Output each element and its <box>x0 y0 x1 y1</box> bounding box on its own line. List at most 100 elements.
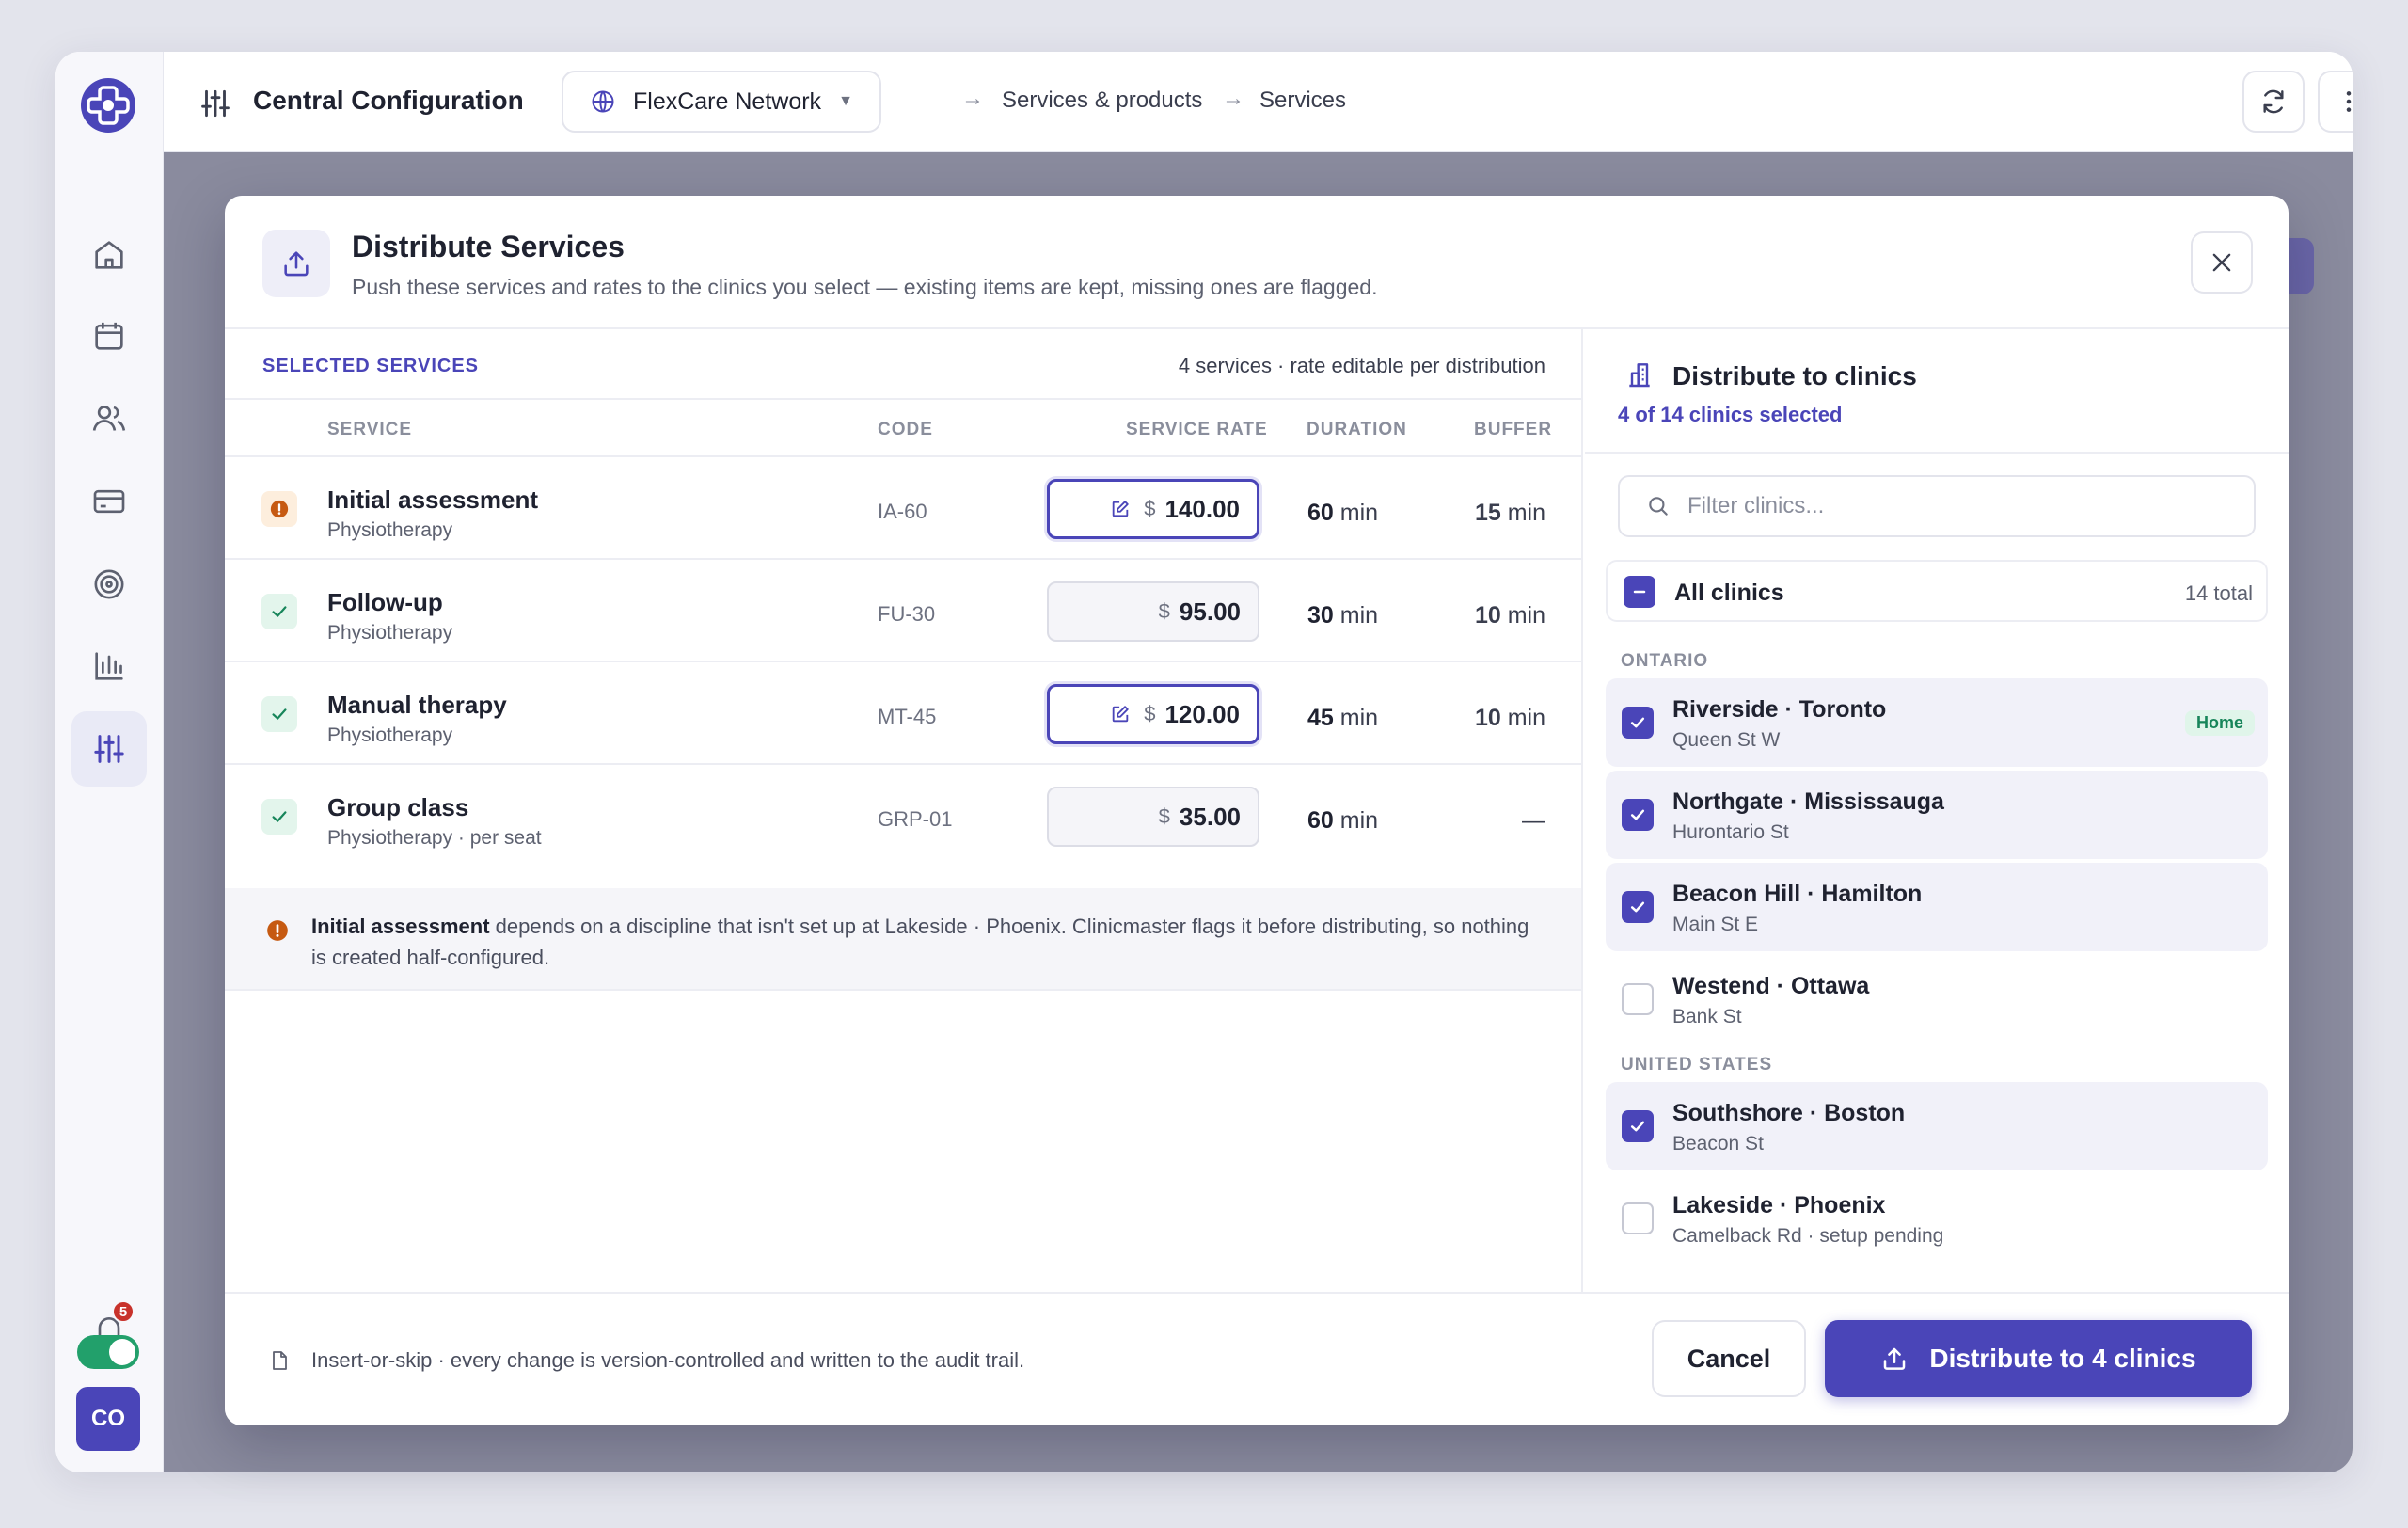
column-code: CODE <box>878 420 933 439</box>
service-code: IA-60 <box>878 500 927 523</box>
top-bar: Central Configuration FlexCare Network ▼… <box>164 52 2353 152</box>
service-rate-input[interactable]: $ 95.00 <box>1047 581 1259 642</box>
service-discipline: Physiotherapy <box>327 519 453 541</box>
close-button[interactable] <box>2191 231 2253 294</box>
network-selector[interactable]: FlexCare Network ▼ <box>562 71 881 133</box>
chevron-down-icon: ▼ <box>838 93 853 109</box>
table-row: Follow-up Physiotherapy FU-30 $ 95.00 30… <box>225 560 1581 662</box>
selected-services-panel: SELECTED SERVICES 4 services · rate edit… <box>225 329 1583 1292</box>
service-name: Follow-up <box>327 588 443 616</box>
dialog-subtitle: Push these services and rates to the cli… <box>352 275 1378 299</box>
brand-logo[interactable] <box>79 76 137 135</box>
clinic-checkbox[interactable] <box>1622 983 1654 1015</box>
buffer-value: 10 min <box>1474 705 1545 731</box>
clinic-checkbox[interactable] <box>1622 891 1654 923</box>
user-avatar[interactable]: CO <box>76 1387 140 1451</box>
breadcrumb-services-products[interactable]: Services & products <box>1002 88 1202 114</box>
clinic-address: Camelback Rd · setup pending <box>1672 1225 1944 1247</box>
column-duration: DURATION <box>1307 420 1407 439</box>
group-label: ONTARIO <box>1621 651 1709 671</box>
all-clinics-label: All clinics <box>1674 580 1784 606</box>
clinic-checkbox[interactable] <box>1622 707 1654 739</box>
bar-chart-icon <box>95 652 123 680</box>
sync-button[interactable] <box>2242 71 2305 133</box>
calendar-icon <box>95 322 123 350</box>
clinic-item[interactable]: Beacon Hill · Hamilton Main St E <box>1606 863 2268 951</box>
breadcrumb-services[interactable]: Services <box>1259 88 1346 114</box>
clinic-item[interactable]: Westend · Ottawa Bank St <box>1606 955 2268 1043</box>
clinic-name: Northgate · Mississauga <box>1672 788 1944 815</box>
buffer-value: 15 min <box>1474 500 1545 526</box>
distribute-services-dialog: Distribute Services Push these services … <box>225 196 2289 1425</box>
clinic-checkbox[interactable] <box>1622 799 1654 831</box>
check-icon <box>1630 1121 1645 1132</box>
upload-icon <box>284 251 309 277</box>
status-warning <box>261 491 297 527</box>
edit-icon <box>1112 501 1129 517</box>
dependency-warning: Initial assessment depends on a discipli… <box>225 888 1581 991</box>
table-header: SERVICE CODE SERVICE RATE DURATION BUFFE… <box>225 398 1581 457</box>
clinic-name: Southshore · Boston <box>1672 1100 1906 1126</box>
service-discipline: Physiotherapy <box>327 622 453 644</box>
rate-value: 140.00 <box>1164 494 1240 523</box>
clinic-checkbox[interactable] <box>1622 1110 1654 1142</box>
duration-value: 60 min <box>1307 807 1379 834</box>
section-title: SELECTED SERVICES <box>262 356 480 376</box>
clinic-address: Main St E <box>1672 914 1759 935</box>
audit-note: Insert-or-skip · every change is version… <box>311 1348 1025 1372</box>
clinic-item[interactable]: Lakeside · Phoenix Camelback Rd · setup … <box>1606 1174 2268 1263</box>
service-rate-input[interactable]: $ 35.00 <box>1047 787 1259 847</box>
users-icon <box>92 406 126 431</box>
search-icon <box>1649 497 1668 516</box>
home-icon <box>95 241 123 269</box>
clinic-item[interactable]: Southshore · Boston Beacon St <box>1606 1082 2268 1170</box>
all-clinics-checkbox[interactable] <box>1624 576 1656 608</box>
all-clinics-row[interactable]: All clinics 14 total <box>1606 560 2268 622</box>
clinic-checkbox[interactable] <box>1622 1202 1654 1234</box>
arrow-right-icon: → <box>1222 86 1244 111</box>
notification-count-badge: 5 <box>112 1300 135 1323</box>
nav-reports[interactable] <box>71 629 147 704</box>
upload-icon <box>1884 1347 1906 1370</box>
globe-icon <box>592 90 614 113</box>
service-rate-input[interactable]: $ 140.00 <box>1047 479 1259 539</box>
clinic-filter[interactable] <box>1618 475 2256 537</box>
clinic-filter-input[interactable] <box>1687 493 2214 519</box>
warning-text: Initial assessment depends on a discipli… <box>311 915 1529 969</box>
clinics-title: Distribute to clinics <box>1672 361 1917 390</box>
clinic-item[interactable]: Northgate · Mississauga Hurontario St <box>1606 771 2268 859</box>
clinic-item[interactable]: Riverside · Toronto Queen St W Home <box>1606 678 2268 767</box>
check-icon <box>272 606 287 617</box>
rate-value: 95.00 <box>1179 597 1241 626</box>
check-icon <box>1630 901 1645 913</box>
clinic-address: Queen St W <box>1672 729 1781 751</box>
clinics-panel: Distribute to clinics 4 of 14 clinics se… <box>1585 329 2289 1292</box>
status-ok <box>261 799 297 835</box>
more-options-button[interactable] <box>2318 71 2353 133</box>
nav-goals[interactable] <box>71 547 147 622</box>
service-discipline: Physiotherapy · per seat <box>327 827 542 849</box>
dialog-header: Distribute Services Push these services … <box>225 196 2289 329</box>
check-icon <box>1630 809 1645 820</box>
rate-value: 120.00 <box>1164 699 1240 728</box>
service-name: Initial assessment <box>327 485 538 514</box>
distribute-button-label: Distribute to 4 clinics <box>1929 1344 2196 1373</box>
status-ok <box>261 696 297 732</box>
nav-home[interactable] <box>71 217 147 293</box>
more-vertical-icon <box>2346 91 2352 112</box>
distribute-button[interactable]: Distribute to 4 clinics <box>1825 1320 2252 1397</box>
column-service: SERVICE <box>327 420 413 439</box>
service-rate-input[interactable]: $ 120.00 <box>1047 684 1259 744</box>
clinic-address: Beacon St <box>1672 1133 1764 1154</box>
nav-users[interactable] <box>71 381 147 456</box>
nav-calendar[interactable] <box>71 298 147 374</box>
clinic-name: Lakeside · Phoenix <box>1672 1192 1886 1218</box>
nav-billing[interactable] <box>71 464 147 539</box>
cancel-button[interactable]: Cancel <box>1652 1320 1806 1397</box>
nav-configuration[interactable] <box>71 711 147 787</box>
status-toggle[interactable] <box>77 1335 139 1369</box>
duration-value: 60 min <box>1307 500 1379 526</box>
duration-value: 30 min <box>1307 602 1379 629</box>
credit-card-icon <box>93 489 125 514</box>
target-icon <box>94 569 124 599</box>
